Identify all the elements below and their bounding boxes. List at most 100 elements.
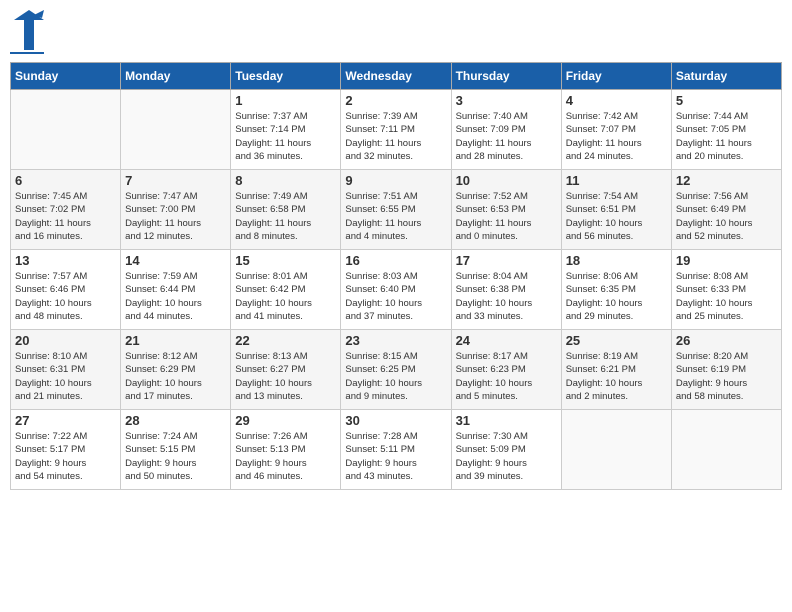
weekday-tuesday: Tuesday — [231, 63, 341, 90]
day-info: Sunrise: 7:45 AM Sunset: 7:02 PM Dayligh… — [15, 190, 116, 243]
day-info: Sunrise: 8:04 AM Sunset: 6:38 PM Dayligh… — [456, 270, 557, 323]
day-number: 11 — [566, 173, 667, 188]
weekday-sunday: Sunday — [11, 63, 121, 90]
calendar-cell: 21 Sunrise: 8:12 AM Sunset: 6:29 PM Dayli… — [121, 330, 231, 410]
day-info: Sunrise: 7:42 AM Sunset: 7:07 PM Dayligh… — [566, 110, 667, 163]
logo — [10, 10, 44, 54]
day-number: 30 — [345, 413, 446, 428]
calendar-cell: 12 Sunrise: 7:56 AM Sunset: 6:49 PM Dayli… — [671, 170, 781, 250]
day-number: 4 — [566, 93, 667, 108]
calendar-cell — [671, 410, 781, 490]
day-info: Sunrise: 7:37 AM Sunset: 7:14 PM Dayligh… — [235, 110, 336, 163]
weekday-monday: Monday — [121, 63, 231, 90]
calendar-cell: 11 Sunrise: 7:54 AM Sunset: 6:51 PM Dayli… — [561, 170, 671, 250]
day-info: Sunrise: 7:28 AM Sunset: 5:11 PM Dayligh… — [345, 430, 446, 483]
day-number: 19 — [676, 253, 777, 268]
logo-bird-icon — [14, 10, 44, 50]
day-info: Sunrise: 7:22 AM Sunset: 5:17 PM Dayligh… — [15, 430, 116, 483]
day-info: Sunrise: 7:47 AM Sunset: 7:00 PM Dayligh… — [125, 190, 226, 243]
calendar-cell: 19Sunrise: 8:08 AM Sunset: 6:33 PM Dayli… — [671, 250, 781, 330]
day-info: Sunrise: 7:30 AM Sunset: 5:09 PM Dayligh… — [456, 430, 557, 483]
day-number: 7 — [125, 173, 226, 188]
day-number: 24 — [456, 333, 557, 348]
day-info: Sunrise: 7:51 AM Sunset: 6:55 PM Dayligh… — [345, 190, 446, 243]
day-info: Sunrise: 7:52 AM Sunset: 6:53 PM Dayligh… — [456, 190, 557, 243]
day-number: 9 — [345, 173, 446, 188]
weekday-thursday: Thursday — [451, 63, 561, 90]
calendar-cell: 14 Sunrise: 7:59 AM Sunset: 6:44 PM Dayli… — [121, 250, 231, 330]
day-number: 8 — [235, 173, 336, 188]
day-info: Sunrise: 7:54 AM Sunset: 6:51 PM Dayligh… — [566, 190, 667, 243]
day-number: 5 — [676, 93, 777, 108]
calendar-cell: 23 Sunrise: 8:15 AM Sunset: 6:25 PM Dayli… — [341, 330, 451, 410]
day-info: Sunrise: 7:49 AM Sunset: 6:58 PM Dayligh… — [235, 190, 336, 243]
calendar-cell: 7 Sunrise: 7:47 AM Sunset: 7:00 PM Daylig… — [121, 170, 231, 250]
calendar-week-3: 13Sunrise: 7:57 AM Sunset: 6:46 PM Dayli… — [11, 250, 782, 330]
calendar-cell: 2Sunrise: 7:39 AM Sunset: 7:11 PM Daylig… — [341, 90, 451, 170]
day-number: 25 — [566, 333, 667, 348]
calendar-week-5: 27 Sunrise: 7:22 AM Sunset: 5:17 PM Dayli… — [11, 410, 782, 490]
calendar-week-1: 1 Sunrise: 7:37 AM Sunset: 7:14 PM Daylig… — [11, 90, 782, 170]
day-number: 31 — [456, 413, 557, 428]
calendar-cell: 4 Sunrise: 7:42 AM Sunset: 7:07 PM Daylig… — [561, 90, 671, 170]
calendar-cell: 31 Sunrise: 7:30 AM Sunset: 5:09 PM Dayli… — [451, 410, 561, 490]
calendar-cell: 13Sunrise: 7:57 AM Sunset: 6:46 PM Dayli… — [11, 250, 121, 330]
day-number: 22 — [235, 333, 336, 348]
weekday-friday: Friday — [561, 63, 671, 90]
day-number: 16 — [345, 253, 446, 268]
calendar-cell: 3Sunrise: 7:40 AM Sunset: 7:09 PM Daylig… — [451, 90, 561, 170]
calendar-cell — [561, 410, 671, 490]
page-header — [10, 10, 782, 54]
day-info: Sunrise: 7:26 AM Sunset: 5:13 PM Dayligh… — [235, 430, 336, 483]
calendar-body: 1 Sunrise: 7:37 AM Sunset: 7:14 PM Daylig… — [11, 90, 782, 490]
day-info: Sunrise: 8:19 AM Sunset: 6:21 PM Dayligh… — [566, 350, 667, 403]
day-number: 21 — [125, 333, 226, 348]
day-number: 1 — [235, 93, 336, 108]
day-number: 18 — [566, 253, 667, 268]
day-number: 6 — [15, 173, 116, 188]
day-number: 3 — [456, 93, 557, 108]
weekday-wednesday: Wednesday — [341, 63, 451, 90]
calendar-cell: 16 Sunrise: 8:03 AM Sunset: 6:40 PM Dayli… — [341, 250, 451, 330]
day-number: 12 — [676, 173, 777, 188]
day-info: Sunrise: 7:56 AM Sunset: 6:49 PM Dayligh… — [676, 190, 777, 243]
day-info: Sunrise: 8:06 AM Sunset: 6:35 PM Dayligh… — [566, 270, 667, 323]
calendar-week-2: 6 Sunrise: 7:45 AM Sunset: 7:02 PM Daylig… — [11, 170, 782, 250]
calendar-cell: 9 Sunrise: 7:51 AM Sunset: 6:55 PM Daylig… — [341, 170, 451, 250]
day-info: Sunrise: 8:20 AM Sunset: 6:19 PM Dayligh… — [676, 350, 777, 403]
day-number: 28 — [125, 413, 226, 428]
day-info: Sunrise: 8:15 AM Sunset: 6:25 PM Dayligh… — [345, 350, 446, 403]
day-info: Sunrise: 7:44 AM Sunset: 7:05 PM Dayligh… — [676, 110, 777, 163]
day-info: Sunrise: 7:24 AM Sunset: 5:15 PM Dayligh… — [125, 430, 226, 483]
day-info: Sunrise: 7:59 AM Sunset: 6:44 PM Dayligh… — [125, 270, 226, 323]
calendar-cell: 6 Sunrise: 7:45 AM Sunset: 7:02 PM Daylig… — [11, 170, 121, 250]
day-info: Sunrise: 7:39 AM Sunset: 7:11 PM Dayligh… — [345, 110, 446, 163]
calendar-cell: 15 Sunrise: 8:01 AM Sunset: 6:42 PM Dayli… — [231, 250, 341, 330]
day-number: 14 — [125, 253, 226, 268]
day-info: Sunrise: 7:57 AM Sunset: 6:46 PM Dayligh… — [15, 270, 116, 323]
day-number: 17 — [456, 253, 557, 268]
day-info: Sunrise: 8:03 AM Sunset: 6:40 PM Dayligh… — [345, 270, 446, 323]
calendar-cell: 22 Sunrise: 8:13 AM Sunset: 6:27 PM Dayli… — [231, 330, 341, 410]
calendar-week-4: 20Sunrise: 8:10 AM Sunset: 6:31 PM Dayli… — [11, 330, 782, 410]
day-info: Sunrise: 8:13 AM Sunset: 6:27 PM Dayligh… — [235, 350, 336, 403]
day-info: Sunrise: 8:17 AM Sunset: 6:23 PM Dayligh… — [456, 350, 557, 403]
calendar-cell: 17 Sunrise: 8:04 AM Sunset: 6:38 PM Dayli… — [451, 250, 561, 330]
day-number: 10 — [456, 173, 557, 188]
day-number: 20 — [15, 333, 116, 348]
calendar-cell: 28 Sunrise: 7:24 AM Sunset: 5:15 PM Dayli… — [121, 410, 231, 490]
day-number: 15 — [235, 253, 336, 268]
calendar-cell: 5 Sunrise: 7:44 AM Sunset: 7:05 PM Daylig… — [671, 90, 781, 170]
weekday-header-row: SundayMondayTuesdayWednesdayThursdayFrid… — [11, 63, 782, 90]
calendar-cell: 29Sunrise: 7:26 AM Sunset: 5:13 PM Dayli… — [231, 410, 341, 490]
calendar-table: SundayMondayTuesdayWednesdayThursdayFrid… — [10, 62, 782, 490]
calendar-cell: 10 Sunrise: 7:52 AM Sunset: 6:53 PM Dayli… — [451, 170, 561, 250]
day-number: 27 — [15, 413, 116, 428]
calendar-cell: 18 Sunrise: 8:06 AM Sunset: 6:35 PM Dayli… — [561, 250, 671, 330]
day-info: Sunrise: 8:12 AM Sunset: 6:29 PM Dayligh… — [125, 350, 226, 403]
day-number: 26 — [676, 333, 777, 348]
day-number: 23 — [345, 333, 446, 348]
calendar-cell: 8 Sunrise: 7:49 AM Sunset: 6:58 PM Daylig… — [231, 170, 341, 250]
day-info: Sunrise: 8:01 AM Sunset: 6:42 PM Dayligh… — [235, 270, 336, 323]
calendar-cell: 24 Sunrise: 8:17 AM Sunset: 6:23 PM Dayli… — [451, 330, 561, 410]
